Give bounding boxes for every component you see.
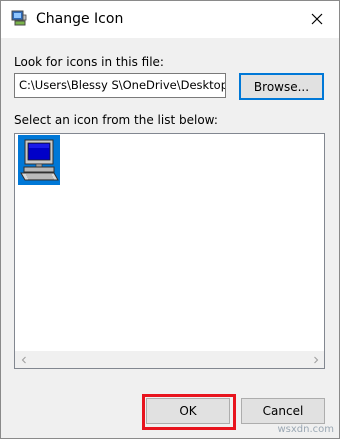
chevron-left-icon [21,356,26,363]
title-bar: Change Icon [1,1,339,38]
icon-list-label: Select an icon from the list below: [14,113,218,127]
cancel-button[interactable]: Cancel [241,398,325,424]
computer-icon [20,139,59,181]
ok-button[interactable]: OK [146,398,230,424]
horizontal-scrollbar[interactable] [15,351,324,368]
close-button[interactable] [303,7,331,31]
icon-list-item[interactable] [18,135,60,185]
change-icon-dialog: Change Icon Look for icons in this file:… [0,0,340,439]
watermark: wsxdn.com [277,424,334,435]
monitor-icon [11,10,27,26]
browse-button[interactable]: Browse... [239,73,324,100]
scroll-left-button[interactable] [15,351,32,368]
chevron-right-icon [313,356,318,363]
close-icon [311,13,323,25]
file-label: Look for icons in this file: [14,55,164,69]
icon-file-path-input[interactable]: C:\Users\Blessy S\OneDrive\Desktop [14,73,226,98]
scroll-right-button[interactable] [307,351,324,368]
window-title: Change Icon [36,11,124,27]
icon-list[interactable] [14,133,325,369]
